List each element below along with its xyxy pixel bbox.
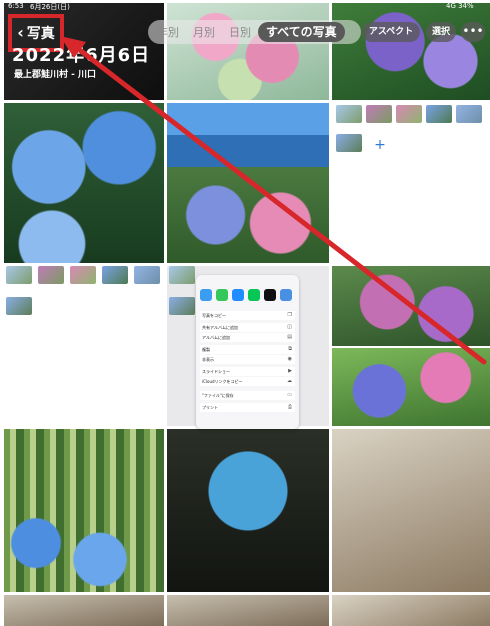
app-icon[interactable] xyxy=(280,289,292,301)
duplicate-icon: ⧉ xyxy=(288,346,292,352)
files-icon: ▭ xyxy=(287,392,292,398)
share-action-icloud-link[interactable]: iCloudリンクをコピー ☁ xyxy=(200,377,295,386)
share-action-label: 写真をコピー xyxy=(202,313,226,318)
chevron-left-icon: ‹ xyxy=(17,23,24,42)
photo-tile[interactable] xyxy=(332,348,490,426)
thumbnail[interactable] xyxy=(366,105,392,123)
thumbnail[interactable] xyxy=(426,105,452,123)
photo-tile[interactable] xyxy=(167,429,329,592)
share-action-print[interactable]: プリント ⎙ xyxy=(200,403,295,412)
copy-icon: ❐ xyxy=(287,312,292,318)
thumbnail[interactable] xyxy=(336,105,362,123)
share-action-copy[interactable]: 写真をコピー ❐ xyxy=(200,311,295,320)
photo-tile[interactable] xyxy=(332,595,490,626)
share-action-label: スライドショー xyxy=(202,369,230,374)
status-date: 6月26日(日) xyxy=(30,3,70,11)
share-action-label: 共有アルバムに追加 xyxy=(202,325,238,330)
thumbnail[interactable] xyxy=(38,266,64,284)
tab-years[interactable]: 年別 xyxy=(150,24,186,40)
thumbnail[interactable] xyxy=(396,105,422,123)
share-action-duplicate[interactable]: 複製 ⧉ xyxy=(200,345,295,354)
thumbnail xyxy=(169,266,195,284)
share-apps-row xyxy=(200,289,295,305)
add-photo-button[interactable]: + xyxy=(370,135,390,155)
thumbnail xyxy=(169,297,195,315)
back-label: 写真 xyxy=(26,26,55,42)
aspect-button[interactable]: アスペクト xyxy=(362,22,420,42)
location-label: 最上郡鮭川村 - 川口 xyxy=(14,70,97,80)
cloud-link-icon: ☁ xyxy=(287,378,292,384)
view-segmented-control: 年別 月別 日別 すべての写真 xyxy=(148,20,361,44)
share-action-hide[interactable]: 非表示 ◉ xyxy=(200,355,295,364)
share-action-shared-album[interactable]: 共有アルバムに追加 ◫ xyxy=(200,323,295,332)
tiktok-icon[interactable] xyxy=(264,289,276,301)
share-action-label: アルバムに追加 xyxy=(202,335,230,340)
share-action-save-files[interactable]: "ファイル"に保存 ▭ xyxy=(200,391,295,400)
share-action-label: "ファイル"に保存 xyxy=(202,393,234,398)
share-action-label: 非表示 xyxy=(202,357,214,362)
shared-album-icon: ◫ xyxy=(287,324,292,330)
photo-tile[interactable] xyxy=(4,595,164,626)
photo-tile[interactable] xyxy=(4,103,164,263)
thumbnail[interactable] xyxy=(456,105,482,123)
tab-days[interactable]: 日別 xyxy=(222,24,258,40)
album-strip xyxy=(4,266,164,426)
hide-icon: ◉ xyxy=(287,356,292,362)
photo-tile[interactable] xyxy=(332,429,490,592)
status-time: 6:53 xyxy=(8,2,24,10)
photo-tile[interactable] xyxy=(4,429,164,592)
thumbnail[interactable] xyxy=(102,266,128,284)
line-icon[interactable] xyxy=(248,289,260,301)
messages-icon[interactable] xyxy=(216,289,228,301)
thumbnail[interactable] xyxy=(6,266,32,284)
print-icon: ⎙ xyxy=(287,404,292,410)
select-button[interactable]: 選択 xyxy=(426,22,456,42)
tab-all-photos[interactable]: すべての写真 xyxy=(258,22,345,42)
date-title: 2022年6月6日 xyxy=(12,45,151,66)
thumbnail[interactable] xyxy=(70,266,96,284)
more-icon[interactable]: ••• xyxy=(461,22,485,42)
photo-tile[interactable] xyxy=(167,595,329,626)
album-strip xyxy=(332,103,490,263)
share-action-label: プリント xyxy=(202,405,218,410)
thumbnail[interactable] xyxy=(134,266,160,284)
share-sheet: 写真をコピー ❐ 共有アルバムに追加 ◫ アルバムに追加 ▤ 複製 ⧉ 非表示 ◉ スライ… xyxy=(196,275,299,429)
mail-icon[interactable] xyxy=(232,289,244,301)
tab-months[interactable]: 月別 xyxy=(186,24,222,40)
photo-tile[interactable] xyxy=(167,103,329,263)
status-battery: 4G 34% xyxy=(446,2,474,10)
airdrop-icon[interactable] xyxy=(200,289,212,301)
share-action-slideshow[interactable]: スライドショー ▶ xyxy=(200,367,295,376)
share-action-label: 複製 xyxy=(202,347,210,352)
share-action-album[interactable]: アルバムに追加 ▤ xyxy=(200,333,295,342)
slideshow-icon: ▶ xyxy=(288,368,292,374)
album-icon: ▤ xyxy=(287,334,292,340)
photo-tile[interactable] xyxy=(332,266,490,346)
share-action-label: iCloudリンクをコピー xyxy=(202,379,243,384)
thumbnail[interactable] xyxy=(336,134,362,152)
thumbnail[interactable] xyxy=(6,297,32,315)
